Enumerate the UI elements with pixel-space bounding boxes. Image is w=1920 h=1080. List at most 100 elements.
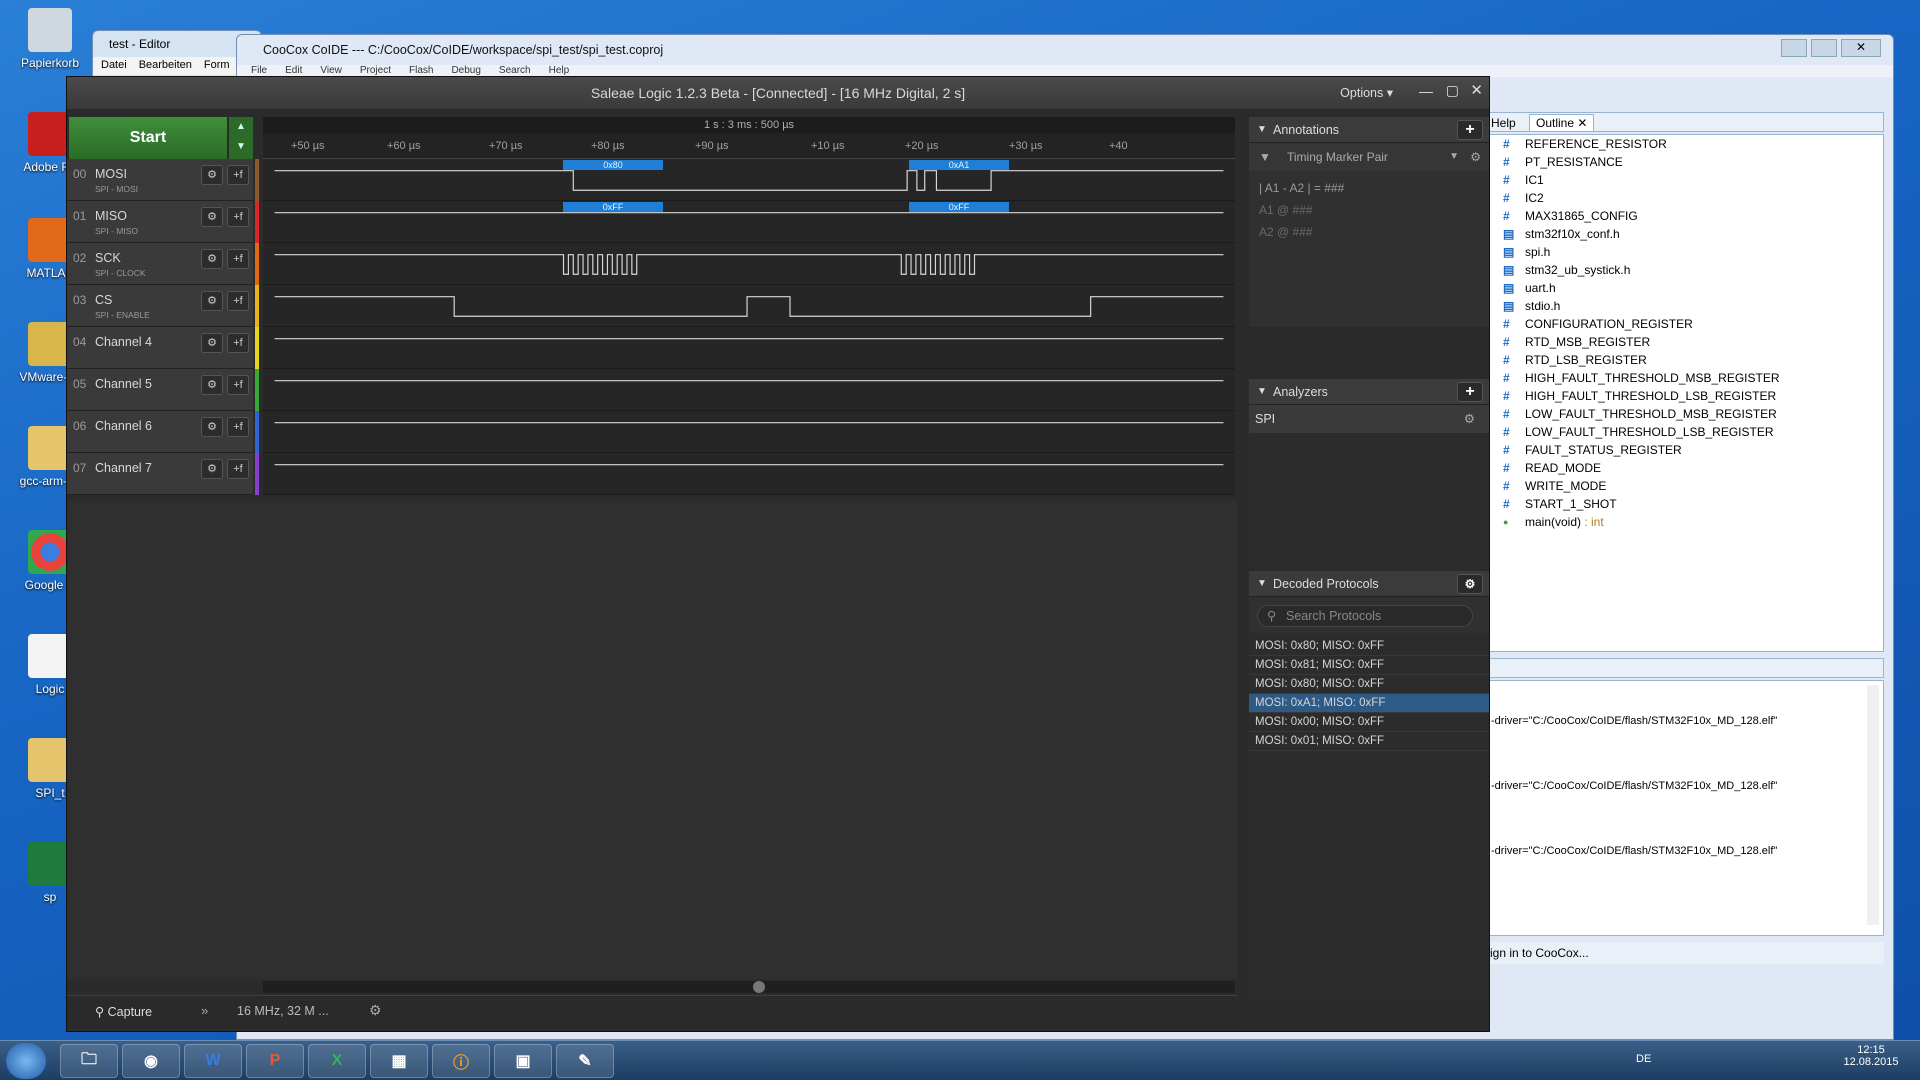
gear-icon[interactable]: ⚙ xyxy=(1464,405,1475,433)
analyzer-item-spi[interactable]: SPI ⚙ xyxy=(1249,405,1489,433)
start-button[interactable]: Start xyxy=(69,117,227,159)
channel-settings-gear-icon[interactable]: ⚙ xyxy=(201,165,223,185)
channel-trigger-icon[interactable]: +f xyxy=(227,417,249,437)
menu-bearbeiten[interactable]: Bearbeiten xyxy=(139,59,192,73)
channel-name[interactable]: Channel 6 xyxy=(95,419,152,433)
outline-item[interactable]: # READ_MODE xyxy=(1489,459,1883,477)
outline-item[interactable]: ▤ uart.h xyxy=(1489,279,1883,297)
channel-name[interactable]: MOSI xyxy=(95,167,127,181)
outline-item[interactable]: # PT_RESISTANCE xyxy=(1489,153,1883,171)
channel-settings-gear-icon[interactable]: ⚙ xyxy=(201,291,223,311)
collapse-icon[interactable]: ▼ xyxy=(1257,571,1267,597)
add-annotation-button[interactable]: + xyxy=(1457,120,1483,140)
outline-item[interactable]: # FAULT_STATUS_REGISTER xyxy=(1489,441,1883,459)
tab-help[interactable]: Help xyxy=(1491,116,1516,130)
channel-trigger-icon[interactable]: +f xyxy=(227,249,249,269)
channel-name[interactable]: CS xyxy=(95,293,112,307)
taskbar-app-icon[interactable]: ▦ xyxy=(370,1044,428,1078)
decoded-bubble[interactable]: 0x80 xyxy=(563,160,663,170)
decoded-row[interactable]: MOSI: 0xA1; MISO: 0xFF xyxy=(1249,694,1489,713)
tab-outline[interactable]: Outline ✕ xyxy=(1529,114,1595,132)
channel-trigger-icon[interactable]: +f xyxy=(227,165,249,185)
channel-row[interactable]: 05 Channel 5 ⚙ +f xyxy=(67,369,253,411)
options-button[interactable]: Options ▾ xyxy=(1340,85,1393,100)
outline-item[interactable]: # REFERENCE_RESISTOR xyxy=(1489,135,1883,153)
saleae-window[interactable]: Saleae Logic 1.2.3 Beta - [Connected] - … xyxy=(66,76,1490,1032)
taskbar-powerpoint-icon[interactable]: P xyxy=(246,1044,304,1078)
channel-name[interactable]: Channel 4 xyxy=(95,335,152,349)
outline-item[interactable]: # HIGH_FAULT_THRESHOLD_LSB_REGISTER xyxy=(1489,387,1883,405)
channel-trigger-icon[interactable]: +f xyxy=(227,459,249,479)
channel-settings-gear-icon[interactable]: ⚙ xyxy=(201,207,223,227)
channel-track[interactable] xyxy=(263,453,1235,495)
outline-item-main[interactable]: ● main(void) : int xyxy=(1489,513,1883,531)
channel-row[interactable]: 01 MISO SPI - MISO ⚙ +f xyxy=(67,201,253,243)
channel-track[interactable] xyxy=(263,327,1235,369)
channel-track[interactable]: 0xFF 0xFF xyxy=(263,201,1235,243)
outline-item[interactable]: # CONFIGURATION_REGISTER xyxy=(1489,315,1883,333)
close-icon[interactable]: ✕ xyxy=(1841,39,1881,57)
desktop-icon-recycle[interactable]: Papierkorb xyxy=(0,8,100,70)
outline-item[interactable]: # RTD_LSB_REGISTER xyxy=(1489,351,1883,369)
decoded-row[interactable]: MOSI: 0x80; MISO: 0xFF xyxy=(1249,675,1489,694)
capture-button[interactable]: ⚲ Capture xyxy=(95,1004,152,1019)
taskbar-logic-icon[interactable]: ▣ xyxy=(494,1044,552,1078)
collapse-icon[interactable]: ▼ xyxy=(1257,379,1267,405)
decoded-bubble[interactable]: 0xFF xyxy=(909,202,1009,212)
taskbar-coide-icon[interactable]: ⓘ xyxy=(432,1044,490,1078)
outline-item[interactable]: # WRITE_MODE xyxy=(1489,477,1883,495)
outline-item[interactable]: # HIGH_FAULT_THRESHOLD_MSB_REGISTER xyxy=(1489,369,1883,387)
channel-row[interactable]: 06 Channel 6 ⚙ +f xyxy=(67,411,253,453)
taskbar-word-icon[interactable]: W xyxy=(184,1044,242,1078)
gear-icon[interactable]: ⚙ xyxy=(1470,143,1481,171)
decoded-bubble[interactable]: 0xA1 xyxy=(909,160,1009,170)
start-orb-icon[interactable] xyxy=(6,1043,46,1079)
minimize-icon[interactable]: — xyxy=(1419,83,1433,99)
taskbar-chrome-icon[interactable]: ◉ xyxy=(122,1044,180,1078)
search-input[interactable]: ⚲ Search Protocols xyxy=(1257,605,1473,627)
taskbar-editor-icon[interactable]: ✎ xyxy=(556,1044,614,1078)
language-indicator[interactable]: DE xyxy=(1636,1053,1651,1065)
channel-settings-gear-icon[interactable]: ⚙ xyxy=(201,417,223,437)
outline-item[interactable]: # IC1 xyxy=(1489,171,1883,189)
decoded-bubble[interactable]: 0xFF xyxy=(563,202,663,212)
outline-item[interactable]: # MAX31865_CONFIG xyxy=(1489,207,1883,225)
add-analyzer-button[interactable]: + xyxy=(1457,382,1483,402)
maximize-icon[interactable] xyxy=(1811,39,1837,57)
channel-name[interactable]: Channel 5 xyxy=(95,377,152,391)
channel-row[interactable]: 00 MOSI SPI - MOSI ⚙ +f xyxy=(67,159,253,201)
taskbar-explorer-icon[interactable]: 🗀 xyxy=(60,1044,118,1078)
channel-trigger-icon[interactable]: +f xyxy=(227,291,249,311)
channel-track[interactable] xyxy=(263,285,1235,327)
scroll-thumb[interactable] xyxy=(753,981,765,993)
channel-settings-gear-icon[interactable]: ⚙ xyxy=(201,375,223,395)
channel-trigger-icon[interactable]: +f xyxy=(227,333,249,353)
channel-track[interactable] xyxy=(263,243,1235,285)
timing-marker-row[interactable]: ▼ Timing Marker Pair ▼ ⚙ xyxy=(1249,143,1489,171)
dropdown-icon[interactable]: ▼ xyxy=(1449,143,1459,171)
outline-item[interactable]: # LOW_FAULT_THRESHOLD_MSB_REGISTER xyxy=(1489,405,1883,423)
status-signin[interactable]: ign in to CooCox... xyxy=(1488,942,1884,964)
outline-item[interactable]: # RTD_MSB_REGISTER xyxy=(1489,333,1883,351)
outline-item[interactable]: # LOW_FAULT_THRESHOLD_LSB_REGISTER xyxy=(1489,423,1883,441)
outline-item[interactable]: # IC2 xyxy=(1489,189,1883,207)
outline-item[interactable]: ▤ stdio.h xyxy=(1489,297,1883,315)
channel-settings-gear-icon[interactable]: ⚙ xyxy=(201,249,223,269)
menu-datei[interactable]: Datei xyxy=(101,59,127,73)
outline-item[interactable]: ▤ stm32f10x_conf.h xyxy=(1489,225,1883,243)
clock[interactable]: 12:15 12.08.2015 xyxy=(1836,1044,1906,1068)
sample-rate-setting[interactable]: 16 MHz, 32 M ... xyxy=(237,1004,329,1018)
taskbar-excel-icon[interactable]: X xyxy=(308,1044,366,1078)
channel-row[interactable]: 02 SCK SPI - CLOCK ⚙ +f xyxy=(67,243,253,285)
channel-name[interactable]: Channel 7 xyxy=(95,461,152,475)
outline-item[interactable]: # START_1_SHOT xyxy=(1489,495,1883,513)
minimize-icon[interactable] xyxy=(1781,39,1807,57)
decoded-row[interactable]: MOSI: 0x81; MISO: 0xFF xyxy=(1249,656,1489,675)
channel-row[interactable]: 04 Channel 4 ⚙ +f xyxy=(67,327,253,369)
channel-trigger-icon[interactable]: +f xyxy=(227,375,249,395)
maximize-icon[interactable]: ▢ xyxy=(1446,82,1459,99)
outline-item[interactable]: ▤ spi.h xyxy=(1489,243,1883,261)
collapse-icon[interactable]: ▼ xyxy=(1257,117,1267,143)
settings-gear-icon[interactable]: ⚙ xyxy=(369,1002,382,1019)
channel-row[interactable]: 07 Channel 7 ⚙ +f xyxy=(67,453,253,495)
